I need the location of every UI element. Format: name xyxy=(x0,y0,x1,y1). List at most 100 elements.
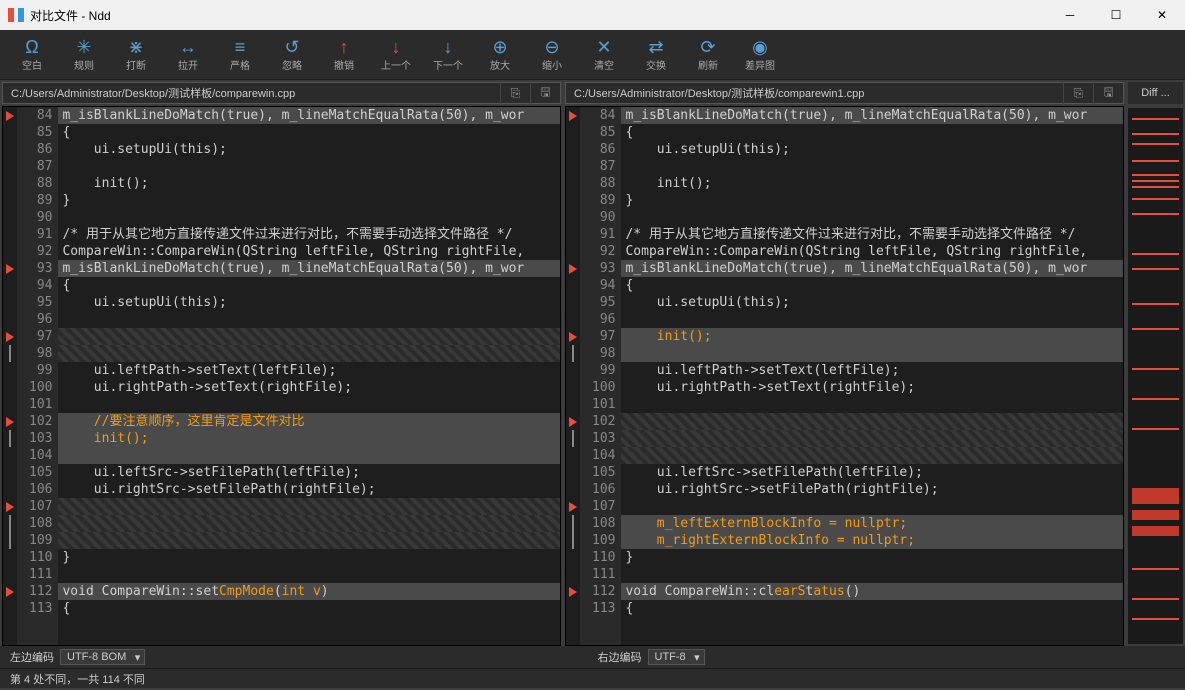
tool-空白[interactable]: Ω空白 xyxy=(10,33,54,77)
tool-规则[interactable]: ✳规则 xyxy=(62,33,106,77)
maximize-button[interactable]: ☐ xyxy=(1093,0,1139,30)
code-line[interactable]: m_isBlankLineDoMatch(true), m_lineMatchE… xyxy=(58,260,560,277)
left-encoding-select[interactable]: UTF-8 BOM xyxy=(60,649,145,665)
code-line[interactable] xyxy=(58,311,560,328)
code-line[interactable]: void CompareWin::clearStatus() xyxy=(621,583,1123,600)
tool-icon: ⋇ xyxy=(128,37,143,57)
code-line[interactable]: ui.rightSrc->setFilePath(rightFile); xyxy=(621,481,1123,498)
diff-marker xyxy=(566,515,580,532)
code-line[interactable] xyxy=(58,396,560,413)
line-number: 84 xyxy=(17,107,58,124)
code-line[interactable]: ui.leftPath->setText(leftFile); xyxy=(621,362,1123,379)
code-line[interactable]: } xyxy=(621,549,1123,566)
code-line[interactable]: { xyxy=(621,277,1123,294)
code-line[interactable] xyxy=(58,498,560,515)
code-line[interactable]: init(); xyxy=(58,430,560,447)
code-line[interactable] xyxy=(58,158,560,175)
right-save-button[interactable]: 🖫 xyxy=(1093,81,1123,105)
code-line[interactable]: init(); xyxy=(621,175,1123,192)
code-line[interactable] xyxy=(58,209,560,226)
code-line[interactable]: void CompareWin::setCmpMode(int v) xyxy=(58,583,560,600)
code-line[interactable]: ui.setupUi(this); xyxy=(58,294,560,311)
code-line[interactable]: { xyxy=(621,600,1123,617)
code-line[interactable] xyxy=(621,413,1123,430)
code-line[interactable]: ui.rightPath->setText(rightFile); xyxy=(58,379,560,396)
diff-marker xyxy=(3,532,17,549)
right-editor[interactable]: 8485868788899091929394959697989910010110… xyxy=(565,106,1124,646)
code-line[interactable]: /* 用于从其它地方直接传递文件过来进行对比，不需要手动选择文件路径 */ xyxy=(621,226,1123,243)
code-line[interactable]: ui.rightSrc->setFilePath(rightFile); xyxy=(58,481,560,498)
code-line[interactable]: m_isBlankLineDoMatch(true), m_lineMatchE… xyxy=(621,107,1123,124)
right-encoding-select[interactable]: UTF-8 xyxy=(648,649,705,665)
code-line[interactable]: ui.setupUi(this); xyxy=(621,294,1123,311)
line-number: 86 xyxy=(17,141,58,158)
diff-marker xyxy=(3,192,17,209)
code-line[interactable]: { xyxy=(58,600,560,617)
code-line[interactable]: ui.leftPath->setText(leftFile); xyxy=(58,362,560,379)
code-line[interactable]: { xyxy=(621,124,1123,141)
left-editor[interactable]: 8485868788899091929394959697989910010110… xyxy=(2,106,561,646)
code-line[interactable]: ui.setupUi(this); xyxy=(58,141,560,158)
left-copy-button[interactable]: ⎘ xyxy=(500,81,530,105)
code-line[interactable] xyxy=(58,328,560,345)
code-line[interactable]: /* 用于从其它地方直接传递文件过来进行对比，不需要手动选择文件路径 */ xyxy=(58,226,560,243)
left-save-button[interactable]: 🖫 xyxy=(530,81,560,105)
code-line[interactable] xyxy=(58,447,560,464)
tool-放大[interactable]: ⊕放大 xyxy=(478,33,522,77)
code-line[interactable]: ui.rightPath->setText(rightFile); xyxy=(621,379,1123,396)
tool-icon: ≡ xyxy=(235,37,246,57)
code-line[interactable] xyxy=(621,311,1123,328)
code-line[interactable] xyxy=(58,532,560,549)
code-line[interactable]: ui.leftSrc->setFilePath(leftFile); xyxy=(621,464,1123,481)
diff-marker xyxy=(3,396,17,413)
code-line[interactable]: init(); xyxy=(621,328,1123,345)
code-line[interactable] xyxy=(621,447,1123,464)
code-line[interactable]: } xyxy=(621,192,1123,209)
code-line[interactable] xyxy=(621,396,1123,413)
code-line[interactable]: CompareWin::CompareWin(QString leftFile,… xyxy=(58,243,560,260)
tool-清空[interactable]: ✕清空 xyxy=(582,33,626,77)
tool-交换[interactable]: ⇄交换 xyxy=(634,33,678,77)
right-path-input[interactable] xyxy=(566,87,1063,99)
diff-minimap[interactable] xyxy=(1128,108,1183,644)
code-line[interactable]: { xyxy=(58,124,560,141)
code-line[interactable]: ui.setupUi(this); xyxy=(621,141,1123,158)
tool-严格[interactable]: ≡严格 xyxy=(218,33,262,77)
code-line[interactable]: } xyxy=(58,192,560,209)
tool-上一个[interactable]: ↓上一个 xyxy=(374,33,418,77)
code-line[interactable] xyxy=(621,430,1123,447)
tool-拉开[interactable]: ↔拉开 xyxy=(166,33,210,77)
line-number: 109 xyxy=(580,532,621,549)
minimize-button[interactable]: ─ xyxy=(1047,0,1093,30)
code-line[interactable] xyxy=(621,209,1123,226)
tool-下一个[interactable]: ↓下一个 xyxy=(426,33,470,77)
code-line[interactable]: m_leftExternBlockInfo = nullptr; xyxy=(621,515,1123,532)
code-line[interactable]: { xyxy=(58,277,560,294)
tool-刷新[interactable]: ⟳刷新 xyxy=(686,33,730,77)
code-line[interactable]: m_isBlankLineDoMatch(true), m_lineMatchE… xyxy=(58,107,560,124)
code-line[interactable]: m_rightExternBlockInfo = nullptr; xyxy=(621,532,1123,549)
code-line[interactable] xyxy=(58,345,560,362)
code-line[interactable]: //要注意顺序，这里肯定是文件对比 xyxy=(58,413,560,430)
code-line[interactable]: } xyxy=(58,549,560,566)
tool-差异图[interactable]: ◉差异图 xyxy=(738,33,782,77)
diff-marker xyxy=(3,175,17,192)
code-line[interactable]: ui.leftSrc->setFilePath(leftFile); xyxy=(58,464,560,481)
tool-缩小[interactable]: ⊖缩小 xyxy=(530,33,574,77)
code-line[interactable]: m_isBlankLineDoMatch(true), m_lineMatchE… xyxy=(621,260,1123,277)
left-path-input[interactable] xyxy=(3,87,500,99)
code-line[interactable] xyxy=(621,498,1123,515)
code-line[interactable] xyxy=(58,515,560,532)
code-line[interactable] xyxy=(621,345,1123,362)
code-line[interactable] xyxy=(621,158,1123,175)
code-line[interactable] xyxy=(621,566,1123,583)
diff-label[interactable]: Diff ... xyxy=(1128,82,1183,104)
code-line[interactable]: CompareWin::CompareWin(QString leftFile,… xyxy=(621,243,1123,260)
tool-打断[interactable]: ⋇打断 xyxy=(114,33,158,77)
tool-撤销[interactable]: ↑撤销 xyxy=(322,33,366,77)
right-copy-button[interactable]: ⎘ xyxy=(1063,81,1093,105)
code-line[interactable]: init(); xyxy=(58,175,560,192)
tool-忽略[interactable]: ↺忽略 xyxy=(270,33,314,77)
close-button[interactable]: ✕ xyxy=(1139,0,1185,30)
code-line[interactable] xyxy=(58,566,560,583)
